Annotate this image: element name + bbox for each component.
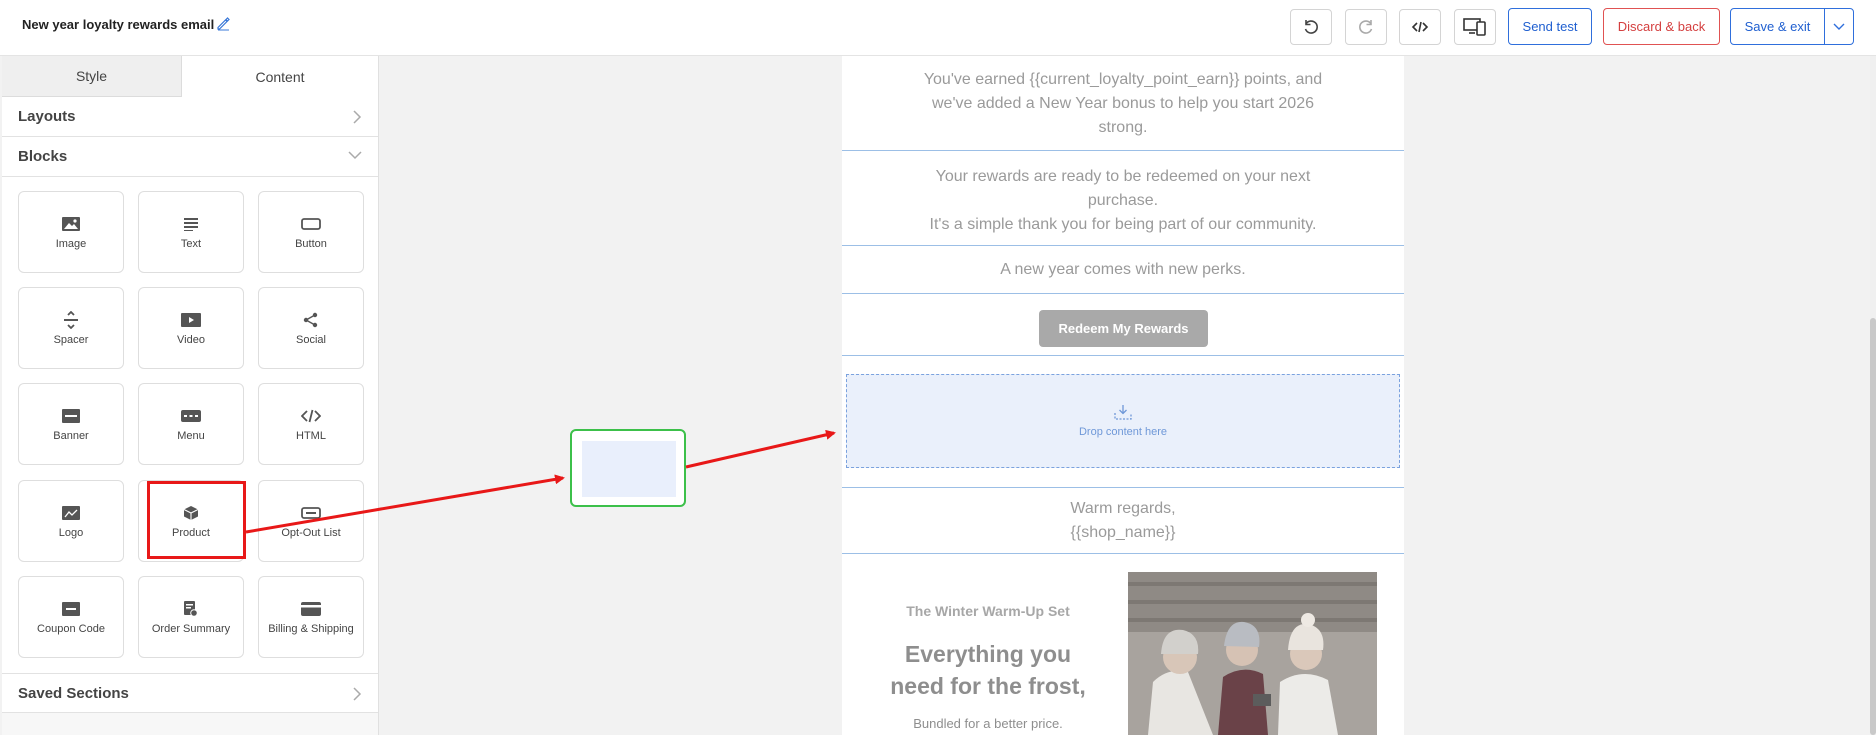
drag-arrows	[245, 429, 836, 534]
arrow-to-dropzone	[685, 429, 836, 469]
arrow-to-ghost	[245, 474, 565, 534]
